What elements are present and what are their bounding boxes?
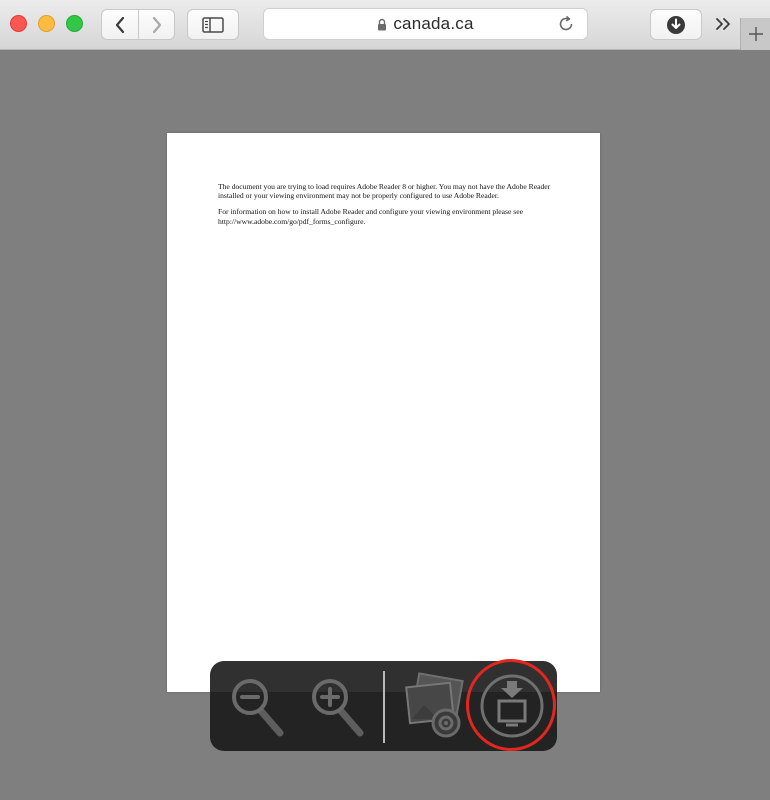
url-text: canada.ca xyxy=(393,14,474,33)
forward-button[interactable] xyxy=(139,10,175,39)
minimize-window-button[interactable] xyxy=(38,15,55,32)
download-icon xyxy=(667,15,685,34)
lock-icon xyxy=(378,18,387,30)
toolbar-overflow-button[interactable] xyxy=(713,12,735,36)
document-message: The document you are trying to load requ… xyxy=(218,182,553,233)
browser-toolbar: canada.ca xyxy=(0,0,770,50)
downloads-button[interactable] xyxy=(650,9,702,40)
navigation-button-group xyxy=(101,9,175,40)
zoom-in-icon xyxy=(312,679,364,737)
plus-icon xyxy=(748,27,763,41)
pdf-page: The document you are trying to load requ… xyxy=(167,133,600,692)
chevron-left-icon xyxy=(115,16,125,33)
new-tab-button[interactable] xyxy=(740,18,770,50)
zoom-out-icon xyxy=(232,679,284,737)
sidebar-toggle-button[interactable] xyxy=(187,9,239,40)
zoom-out-button[interactable] xyxy=(220,666,300,746)
reload-button[interactable] xyxy=(557,15,575,38)
back-button[interactable] xyxy=(102,10,138,39)
close-window-button[interactable] xyxy=(10,15,27,32)
double-chevron-icon xyxy=(716,18,730,30)
sidebar-icon xyxy=(202,16,224,33)
url-display: canada.ca xyxy=(264,9,587,39)
zoom-window-button[interactable] xyxy=(66,15,83,32)
zoom-in-button[interactable] xyxy=(300,666,380,746)
help-paragraph: For information on how to install Adobe … xyxy=(218,207,523,226)
requirement-paragraph: The document you are trying to load requ… xyxy=(218,182,551,201)
hud-divider xyxy=(383,671,385,743)
chevron-right-icon xyxy=(152,16,162,33)
reload-icon xyxy=(559,15,573,31)
open-in-preview-icon xyxy=(405,672,464,738)
open-in-preview-button[interactable] xyxy=(393,666,473,746)
highlight-annotation-circle xyxy=(466,659,556,751)
address-bar[interactable]: canada.ca xyxy=(263,8,588,40)
